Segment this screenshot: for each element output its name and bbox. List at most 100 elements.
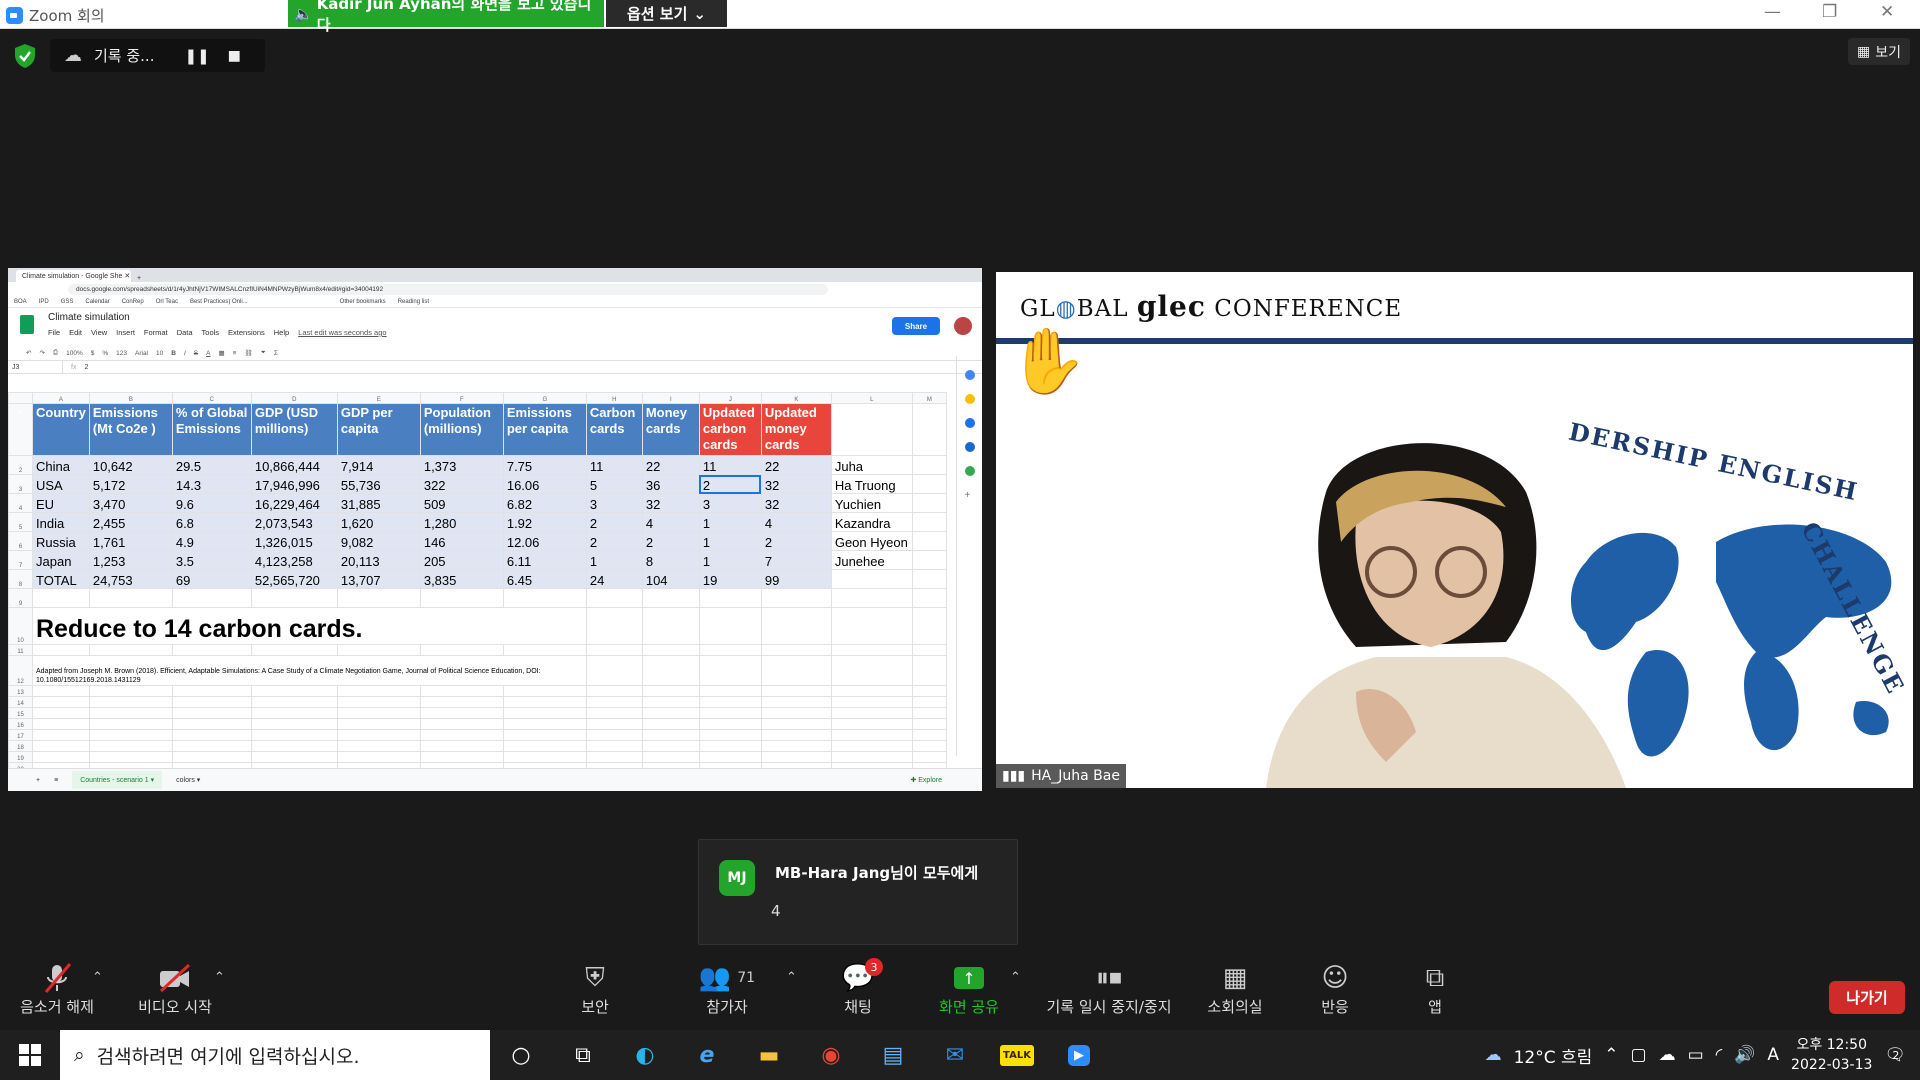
table-cell[interactable] [585, 707, 643, 719]
table-cell[interactable] [88, 718, 173, 730]
table-cell[interactable] [585, 718, 643, 730]
table-cell[interactable] [760, 685, 832, 697]
table-cell[interactable] [502, 751, 587, 763]
table-cell[interactable]: 2 [641, 531, 700, 551]
column-letter[interactable]: M [911, 392, 947, 404]
table-cell[interactable] [419, 729, 504, 741]
minimize-icon[interactable]: — [1764, 2, 1781, 22]
user-avatar[interactable] [954, 317, 972, 335]
table-cell[interactable]: 7,914 [336, 455, 421, 475]
doc-title[interactable]: Climate simulation [48, 312, 130, 323]
number-format-button[interactable]: 123 [116, 350, 127, 357]
weather-text[interactable]: 12°C 흐림 [1514, 1043, 1593, 1068]
table-cell[interactable] [641, 588, 700, 608]
table-cell[interactable] [911, 403, 947, 456]
table-cell[interactable]: 4 [760, 512, 832, 532]
column-header-cell[interactable]: Updated money cards [760, 403, 832, 456]
contacts-icon[interactable] [964, 442, 975, 452]
menu-tools[interactable]: Tools [202, 328, 220, 337]
table-cell[interactable]: 36 [641, 474, 700, 494]
table-cell[interactable]: 2 [585, 512, 643, 532]
table-cell[interactable] [641, 740, 700, 752]
table-cell[interactable] [641, 718, 700, 730]
table-cell[interactable] [88, 707, 173, 719]
column-letter[interactable]: K [760, 392, 832, 404]
participants-button[interactable]: 👥 71 참가자 [672, 960, 782, 1017]
table-cell[interactable] [641, 607, 700, 645]
battery-icon[interactable]: ▭ [1688, 1045, 1704, 1065]
table-cell[interactable]: 32 [760, 493, 832, 513]
table-cell[interactable] [171, 696, 252, 708]
row-number[interactable]: 15 [8, 707, 33, 719]
last-edit-status[interactable]: Last edit was seconds ago [298, 328, 386, 337]
table-cell[interactable] [32, 644, 90, 656]
table-cell[interactable] [911, 455, 947, 475]
row-number[interactable]: 4 [8, 493, 33, 513]
volume-icon[interactable]: 🔊 [1734, 1045, 1755, 1065]
table-cell[interactable]: 7 [760, 550, 832, 570]
table-cell[interactable] [419, 740, 504, 752]
column-letter[interactable]: E [336, 392, 421, 404]
table-cell[interactable] [336, 644, 421, 656]
table-cell[interactable] [698, 607, 762, 645]
table-cell[interactable] [250, 751, 338, 763]
table-cell[interactable] [585, 588, 643, 608]
table-cell[interactable] [585, 740, 643, 752]
table-cell[interactable] [336, 696, 421, 708]
menu-insert[interactable]: Insert [116, 328, 135, 337]
start-button[interactable] [0, 1030, 60, 1080]
select-all-corner[interactable] [8, 392, 33, 404]
participants-options-caret[interactable]: ⌃ [786, 970, 797, 985]
table-cell[interactable] [760, 718, 832, 730]
table-cell[interactable] [830, 685, 913, 697]
maps-icon[interactable] [964, 466, 975, 476]
mail-icon[interactable]: ✉ [924, 1030, 986, 1080]
ime-indicator[interactable]: A [1767, 1045, 1779, 1065]
font-size-select[interactable]: 10 [156, 350, 163, 357]
table-cell[interactable] [171, 588, 252, 608]
table-cell[interactable] [911, 474, 947, 494]
table-cell[interactable] [698, 707, 762, 719]
table-cell[interactable] [502, 588, 587, 608]
meet-now-icon[interactable]: ▢ [1631, 1045, 1647, 1065]
table-cell[interactable] [502, 696, 587, 708]
row-number[interactable]: 2 [8, 455, 33, 475]
table-cell[interactable] [32, 740, 90, 752]
row-number[interactable]: 18 [8, 740, 33, 752]
reactions-button[interactable]: ☺ 반응 [1280, 960, 1390, 1017]
notification-center-icon[interactable]: 🗨 2 [1884, 1045, 1906, 1065]
table-cell[interactable]: 69 [171, 569, 252, 589]
row-number[interactable]: 11 [8, 644, 33, 656]
player-name-cell[interactable]: Yuchien [830, 493, 913, 513]
table-cell[interactable] [760, 644, 832, 656]
player-name-cell[interactable]: Geon Hyeon [830, 531, 913, 551]
menu-view[interactable]: View [91, 328, 107, 337]
table-cell[interactable] [88, 685, 173, 697]
table-cell[interactable]: 32 [760, 474, 832, 494]
table-cell[interactable]: 4,123,258 [250, 550, 338, 570]
row-number[interactable]: 17 [8, 729, 33, 741]
table-cell[interactable]: 7.75 [502, 455, 587, 475]
table-cell[interactable] [88, 740, 173, 752]
bookmark-item[interactable]: Reading list [398, 299, 429, 305]
row-number[interactable]: 3 [8, 474, 33, 494]
table-cell[interactable] [250, 696, 338, 708]
calendar-icon[interactable] [964, 370, 975, 380]
view-layout-button[interactable]: ▦ 보기 [1848, 38, 1910, 65]
column-letter[interactable]: C [171, 392, 252, 404]
table-cell[interactable]: 6.11 [502, 550, 587, 570]
table-cell[interactable]: USA [32, 474, 90, 494]
bookmark-item[interactable]: Calendar [85, 299, 109, 305]
column-header-cell[interactable]: Population (millions) [419, 403, 504, 456]
table-cell[interactable]: 4 [641, 512, 700, 532]
column-letter[interactable]: B [88, 392, 173, 404]
chrome-icon[interactable]: ◉ [800, 1030, 862, 1080]
table-cell[interactable] [760, 707, 832, 719]
kakaotalk-icon[interactable]: TALK [986, 1030, 1048, 1080]
row-number[interactable]: 6 [8, 531, 33, 551]
table-cell[interactable]: 99 [760, 569, 832, 589]
table-cell[interactable] [830, 696, 913, 708]
filter-icon[interactable]: ⏷ [261, 349, 266, 357]
currency-button[interactable]: $ [91, 350, 95, 357]
redo-icon[interactable]: ↷ [39, 349, 44, 357]
